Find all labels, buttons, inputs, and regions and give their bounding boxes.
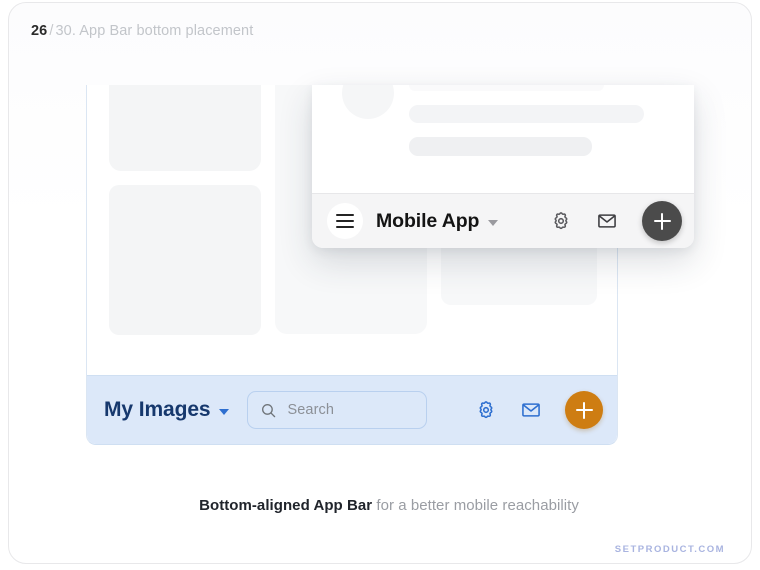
floating-app-bar-actions (548, 201, 682, 241)
slide-number-separator: / (49, 23, 53, 39)
bottom-app-bar: My Images Search (87, 375, 617, 444)
floating-app-bar-title: Mobile App (376, 210, 479, 233)
floating-app-bar-card: Mobile App (312, 85, 694, 248)
screenshot-root: 26/30. App Bar bottom placement My Image… (0, 0, 760, 570)
mail-icon (596, 210, 618, 232)
placeholder-line (409, 105, 644, 123)
slide-number: 26 (31, 23, 47, 39)
placeholder-block (109, 185, 261, 335)
gear-icon (475, 399, 497, 421)
placeholder-block (409, 85, 604, 91)
mail-button[interactable] (518, 397, 544, 423)
plus-icon (654, 213, 671, 230)
search-input[interactable]: Search (247, 391, 427, 429)
menu-button[interactable] (327, 203, 363, 239)
avatar-placeholder (342, 85, 394, 119)
caption: Bottom-aligned App Bar for a better mobi… (9, 496, 752, 516)
settings-button[interactable] (473, 397, 499, 423)
bottom-app-bar-title: My Images (104, 398, 210, 422)
slide-title: 30. App Bar bottom placement (55, 23, 253, 39)
watermark: SETPRODUCT.COM (615, 544, 725, 555)
hamburger-menu-icon (336, 220, 354, 222)
floating-card-content (312, 85, 694, 193)
page-title: 26/30. App Bar bottom placement (31, 21, 253, 41)
mail-button[interactable] (594, 208, 620, 234)
hamburger-menu-icon (336, 226, 354, 228)
placeholder-line (409, 137, 592, 156)
chevron-down-icon (488, 220, 498, 226)
bottom-app-bar-actions (473, 391, 603, 429)
slide-frame: 26/30. App Bar bottom placement My Image… (8, 2, 752, 564)
settings-button[interactable] (548, 208, 574, 234)
placeholder-block (109, 85, 261, 171)
caption-strong: Bottom-aligned App Bar (199, 497, 372, 514)
add-fab-button[interactable] (642, 201, 682, 241)
plus-icon (576, 402, 593, 419)
mail-icon (520, 399, 542, 421)
chevron-down-icon (219, 409, 229, 415)
floating-app-bar-title-dropdown[interactable]: Mobile App (376, 210, 498, 233)
caption-muted: for a better mobile reachability (376, 497, 579, 514)
search-icon (260, 402, 277, 419)
bottom-app-bar-title-dropdown[interactable]: My Images (104, 398, 229, 422)
search-placeholder: Search (287, 402, 334, 418)
hamburger-menu-icon (336, 214, 354, 216)
floating-app-bar: Mobile App (312, 193, 694, 248)
gear-icon (550, 210, 572, 232)
add-fab-button[interactable] (565, 391, 603, 429)
